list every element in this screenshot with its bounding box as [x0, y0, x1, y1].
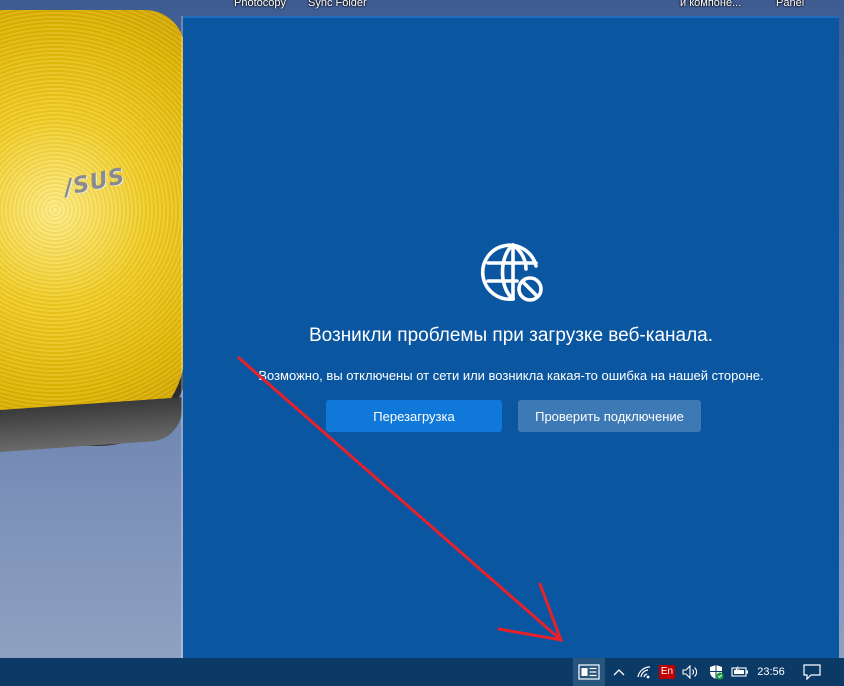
panel-top-border [183, 16, 839, 18]
reload-button[interactable]: Перезагрузка [326, 400, 502, 432]
check-connection-button[interactable]: Проверить подключение [518, 400, 701, 432]
show-hidden-icons-button[interactable] [610, 658, 628, 686]
security-shield-icon [710, 665, 724, 680]
desktop-shortcut-photocopy[interactable]: Photocopy [234, 0, 286, 9]
chevron-up-icon [613, 669, 625, 676]
wifi-icon [637, 666, 651, 679]
clock-time: 23:56 [757, 666, 785, 678]
error-title: Возникли проблемы при загрузке веб-канал… [308, 325, 714, 346]
notifications-button[interactable] [800, 658, 824, 686]
desktop-shortcut-sync-folder[interactable]: Sync Folder [308, 0, 367, 9]
desktop-shortcut-panel[interactable]: Panel [776, 0, 804, 9]
battery-button[interactable] [729, 658, 751, 686]
news-widget-button[interactable] [573, 658, 605, 686]
security-button[interactable] [706, 658, 726, 686]
volume-button[interactable] [680, 658, 702, 686]
clock[interactable]: 23:56 [752, 658, 790, 686]
taskbar: En 23:56 [0, 658, 844, 686]
volume-icon [682, 665, 697, 679]
language-indicator[interactable]: En [657, 658, 677, 686]
news-feed-panel: Возникли проблемы при загрузке веб-канал… [183, 16, 839, 658]
language-label: En [658, 665, 676, 679]
laptop-lid-image [0, 10, 185, 440]
desktop-shortcut-components[interactable]: и компоне... [680, 0, 741, 9]
network-button[interactable] [634, 658, 654, 686]
notifications-icon [803, 664, 821, 680]
battery-icon [731, 666, 748, 677]
globe-blocked-icon [480, 243, 543, 302]
error-description: Возможно, вы отключены от сети или возни… [258, 368, 764, 383]
news-widget-icon [578, 664, 600, 680]
